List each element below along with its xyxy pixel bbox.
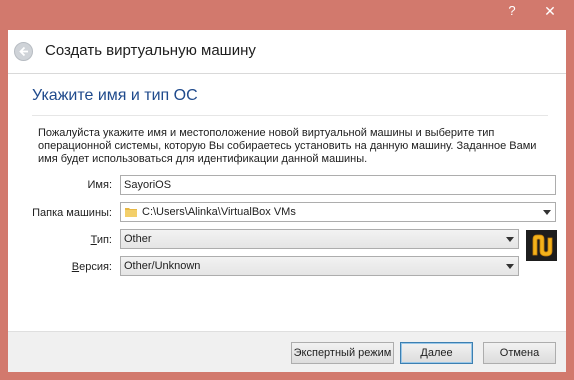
folder-label: Папка машины: bbox=[32, 207, 112, 219]
os-other-icon bbox=[526, 230, 557, 261]
version-value: Other/Unknown bbox=[124, 260, 201, 272]
chevron-down-icon bbox=[506, 237, 514, 242]
folder-value: C:\Users\Alinka\VirtualBox VMs bbox=[142, 206, 296, 218]
back-arrow-icon bbox=[19, 46, 28, 57]
version-select[interactable]: Other/Unknown bbox=[120, 256, 519, 276]
folder-icon bbox=[125, 208, 137, 217]
back-button[interactable] bbox=[14, 42, 33, 61]
dialog-header: Создать виртуальную машину bbox=[8, 30, 566, 74]
next-button[interactable]: Далее bbox=[400, 342, 473, 364]
wizard-page: Укажите имя и тип ОС Пожалуйста укажите … bbox=[8, 74, 566, 331]
close-button[interactable]: ✕ bbox=[531, 0, 569, 24]
help-button[interactable]: ? bbox=[492, 0, 532, 24]
version-label-text: ерсия: bbox=[79, 261, 112, 273]
expert-mode-button[interactable]: Экспертный режим bbox=[291, 342, 394, 364]
cancel-button[interactable]: Отмена bbox=[483, 342, 556, 364]
name-field[interactable]: SayoriOS bbox=[120, 175, 556, 195]
dialog-footer: Экспертный режим Далее Отмена bbox=[8, 331, 566, 372]
type-label: Тип: bbox=[16, 234, 112, 246]
chevron-down-icon bbox=[543, 210, 551, 215]
page-title: Укажите имя и тип ОС bbox=[32, 87, 198, 104]
window-titlebar: ? ✕ bbox=[0, 0, 574, 30]
title-divider bbox=[32, 115, 548, 116]
version-label-mnemonic: В bbox=[71, 261, 80, 273]
version-label: Версия: bbox=[16, 261, 112, 273]
chevron-down-icon bbox=[506, 264, 514, 269]
folder-select[interactable]: C:\Users\Alinka\VirtualBox VMs bbox=[120, 202, 556, 222]
type-value: Other bbox=[124, 233, 152, 245]
type-label-text: ип: bbox=[96, 234, 112, 246]
dialog-title: Создать виртуальную машину bbox=[45, 42, 256, 59]
type-select[interactable]: Other bbox=[120, 229, 519, 249]
name-label: Имя: bbox=[87, 179, 112, 191]
page-description: Пожалуйста укажите имя и местоположение … bbox=[38, 127, 537, 165]
